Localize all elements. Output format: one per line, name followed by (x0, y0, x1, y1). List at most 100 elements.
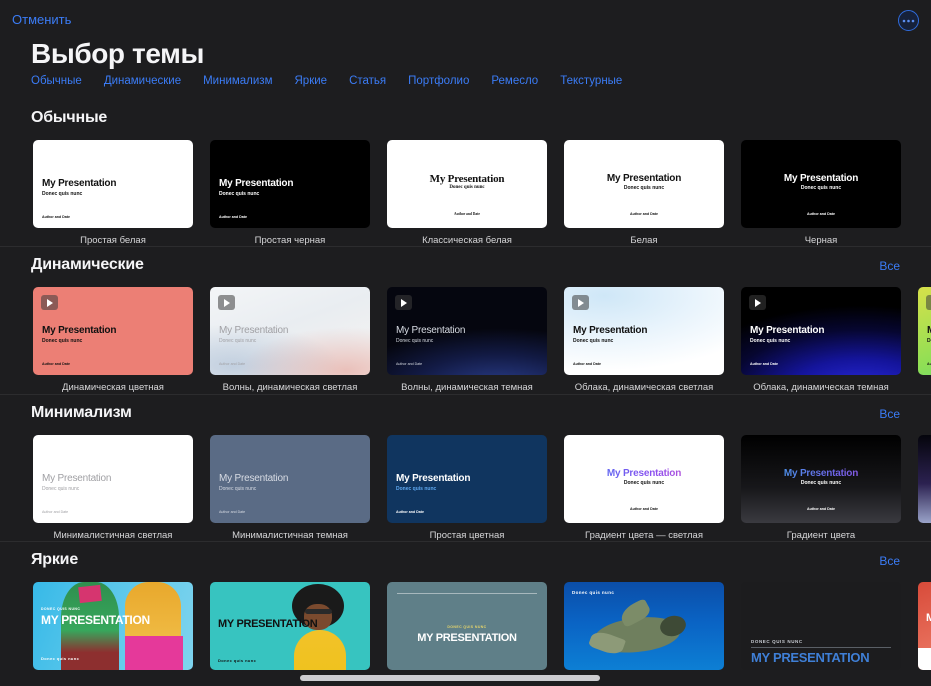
theme-name: Волны, динамическая темная (387, 382, 547, 393)
slide-subtitle: Donec quis nunc (572, 590, 614, 595)
theme-name: Минималистичная светлая (33, 530, 193, 541)
theme-name: Волны, динамическая светлая (210, 382, 370, 393)
section-header: Обычные (0, 100, 931, 140)
theme-thumbnail[interactable]: My Presentation Donec quis nunc Author a… (387, 140, 547, 228)
theme-row[interactable]: My Presentation Donec quis nunc Author a… (0, 140, 931, 246)
slide-title: My Presentation (573, 325, 647, 336)
theme-card[interactable]: Donec quis nunc (564, 582, 724, 677)
slide-author: Author and Date (219, 362, 245, 366)
ellipsis-circle-icon[interactable] (898, 10, 919, 31)
section-dinamicheskie: Динамические Все My Presentation Donec q… (0, 246, 931, 393)
tab-teksturnye[interactable]: Текстурные (560, 75, 622, 87)
theme-card[interactable]: MY PRESENTATION (918, 582, 931, 677)
slide-author: Author and Date (396, 362, 422, 366)
section-minimalizm: Минимализм Все My Presentation Donec qui… (0, 394, 931, 541)
theme-thumbnail[interactable]: DONEC QUIS NUNC MY PRESENTATION Donec qu… (33, 582, 193, 670)
theme-card[interactable]: My Presentation Donec quis nunc Author a… (387, 435, 547, 541)
theme-card[interactable]: DONEC QUIS NUNC MY PRESENTATION (387, 582, 547, 677)
section-header: Динамические Все (0, 247, 931, 287)
theme-card[interactable]: My Presentation Donec quis nunc Author a… (564, 435, 724, 541)
theme-name: Простая черная (210, 235, 370, 246)
slide-subtitle: Donec quis nunc (564, 480, 724, 486)
theme-card[interactable]: My Presentation Donec quis nunc Author a… (741, 287, 901, 393)
scrollbar-thumb[interactable] (300, 675, 600, 681)
theme-thumbnail[interactable]: My Presentation Donec quis nunc Author a… (741, 287, 901, 375)
slide-author: Author and Date (387, 212, 547, 216)
theme-name: Градиент цвета — светлая (564, 530, 724, 541)
theme-card[interactable]: MY PRESENTATION Donec quis nunc (210, 582, 370, 677)
see-all-link[interactable]: Все (879, 259, 900, 273)
slide-subtitle: Donec quis nunc (42, 191, 82, 197)
theme-card[interactable]: My Presentation Donec quis nunc Author a… (564, 140, 724, 246)
slide-subtitle: Donec quis nunc (564, 185, 724, 191)
theme-card[interactable]: My Presentation Donec quis nunc Author a… (564, 287, 724, 393)
theme-card[interactable]: DONEC QUIS NUNC MY PRESENTATION Donec qu… (33, 582, 193, 677)
slide-subtitle: Donec quis nunc (219, 191, 259, 197)
slide-subtitle-upper: DONEC QUIS NUNC (387, 625, 547, 629)
tab-portfolio[interactable]: Портфолио (408, 75, 469, 87)
tab-remeslo[interactable]: Ремесло (491, 75, 538, 87)
theme-thumbnail[interactable]: My Presentation Donec quis nunc Author a… (33, 287, 193, 375)
theme-name: Динамическая цветная (33, 382, 193, 393)
theme-thumbnail[interactable]: My Presentation Donec quis nunc Author a… (564, 287, 724, 375)
tab-minimalizm[interactable]: Минимализм (203, 75, 272, 87)
theme-thumbnail[interactable]: MY PRESENTATION (918, 582, 931, 670)
slide-title: My Presentation (741, 173, 901, 184)
tab-dinamicheskie[interactable]: Динамические (104, 75, 181, 87)
slide-author: Author and Date (918, 507, 931, 511)
theme-thumbnail[interactable]: My Presentation Donec quis nunc Author a… (33, 435, 193, 523)
theme-thumbnail[interactable]: My Presentation Donec quis nunc Author a… (918, 435, 931, 523)
theme-thumbnail[interactable]: My Presentation Donec quis nunc Author a… (210, 435, 370, 523)
theme-card[interactable]: My Presentation Donec quis nunc Author a… (33, 140, 193, 246)
horizontal-scrollbar[interactable] (0, 675, 931, 681)
section-header: Яркие Все (0, 542, 931, 582)
slide-subtitle: Donec quis nunc (219, 486, 256, 492)
theme-row[interactable]: DONEC QUIS NUNC MY PRESENTATION Donec qu… (0, 582, 931, 677)
theme-name: Черная (741, 235, 901, 246)
theme-thumbnail[interactable]: My Presentation Donec quis nunc Author a… (387, 287, 547, 375)
theme-card[interactable]: My Presentation Donec quis nunc Author a… (387, 287, 547, 393)
theme-thumbnail[interactable]: DONEC QUIS NUNC MY PRESENTATION (741, 582, 901, 670)
slide-title: My Presentation (219, 325, 288, 336)
theme-thumbnail[interactable]: My Presentation Donec quis nunc Author a… (210, 287, 370, 375)
theme-thumbnail[interactable]: My Presentation Donec quis nunc Author a… (210, 140, 370, 228)
theme-card[interactable]: My Presentation Donec quis nunc Author a… (918, 435, 931, 541)
theme-thumbnail[interactable]: My Presentation Donec quis nunc Author a… (564, 140, 724, 228)
slide-author: Author and Date (219, 215, 247, 219)
see-all-link[interactable]: Все (879, 554, 900, 568)
theme-thumbnail[interactable]: DONEC QUIS NUNC MY PRESENTATION (387, 582, 547, 670)
theme-card[interactable]: My Presentation Donec quis nunc Author a… (918, 287, 931, 393)
cancel-button[interactable]: Отменить (12, 12, 71, 27)
theme-card[interactable]: My Presentation Donec quis nunc Author a… (741, 435, 901, 541)
theme-card[interactable]: My Presentation Donec quis nunc Author a… (387, 140, 547, 246)
tab-yarkie[interactable]: Яркие (295, 75, 328, 87)
theme-card[interactable]: My Presentation Donec quis nunc Author a… (33, 287, 193, 393)
slide-author: Author and Date (42, 362, 70, 366)
theme-thumbnail[interactable]: My Presentation Donec quis nunc Author a… (741, 140, 901, 228)
theme-row[interactable]: My Presentation Donec quis nunc Author a… (0, 287, 931, 393)
theme-card[interactable]: My Presentation Donec quis nunc Author a… (210, 435, 370, 541)
theme-name: Облака, динамическая темная (741, 382, 901, 393)
theme-thumbnail[interactable]: My Presentation Donec quis nunc Author a… (33, 140, 193, 228)
theme-thumbnail[interactable]: MY PRESENTATION Donec quis nunc (210, 582, 370, 670)
slide-subtitle: Donec quis nunc (42, 338, 82, 344)
theme-thumbnail[interactable]: My Presentation Donec quis nunc Author a… (387, 435, 547, 523)
see-all-link[interactable]: Все (879, 407, 900, 421)
theme-card[interactable]: DONEC QUIS NUNC MY PRESENTATION (741, 582, 901, 677)
theme-card[interactable]: My Presentation Donec quis nunc Author a… (741, 140, 901, 246)
theme-card[interactable]: My Presentation Donec quis nunc Author a… (33, 435, 193, 541)
theme-thumbnail[interactable]: My Presentation Donec quis nunc Author a… (918, 287, 931, 375)
slide-title: My Presentation (741, 468, 901, 479)
theme-thumbnail[interactable]: Donec quis nunc (564, 582, 724, 670)
theme-thumbnail[interactable]: My Presentation Donec quis nunc Author a… (741, 435, 901, 523)
tab-statya[interactable]: Статья (349, 75, 386, 87)
theme-name: Простая белая (33, 235, 193, 246)
theme-card[interactable]: My Presentation Donec quis nunc Author a… (210, 140, 370, 246)
theme-thumbnail[interactable]: My Presentation Donec quis nunc Author a… (564, 435, 724, 523)
section-title: Динамические (31, 256, 144, 274)
theme-row[interactable]: My Presentation Donec quis nunc Author a… (0, 435, 931, 541)
theme-card[interactable]: My Presentation Donec quis nunc Author a… (210, 287, 370, 393)
section-title: Минимализм (31, 404, 132, 422)
tab-obychnye[interactable]: Обычные (31, 75, 82, 87)
section-title: Обычные (31, 109, 107, 127)
